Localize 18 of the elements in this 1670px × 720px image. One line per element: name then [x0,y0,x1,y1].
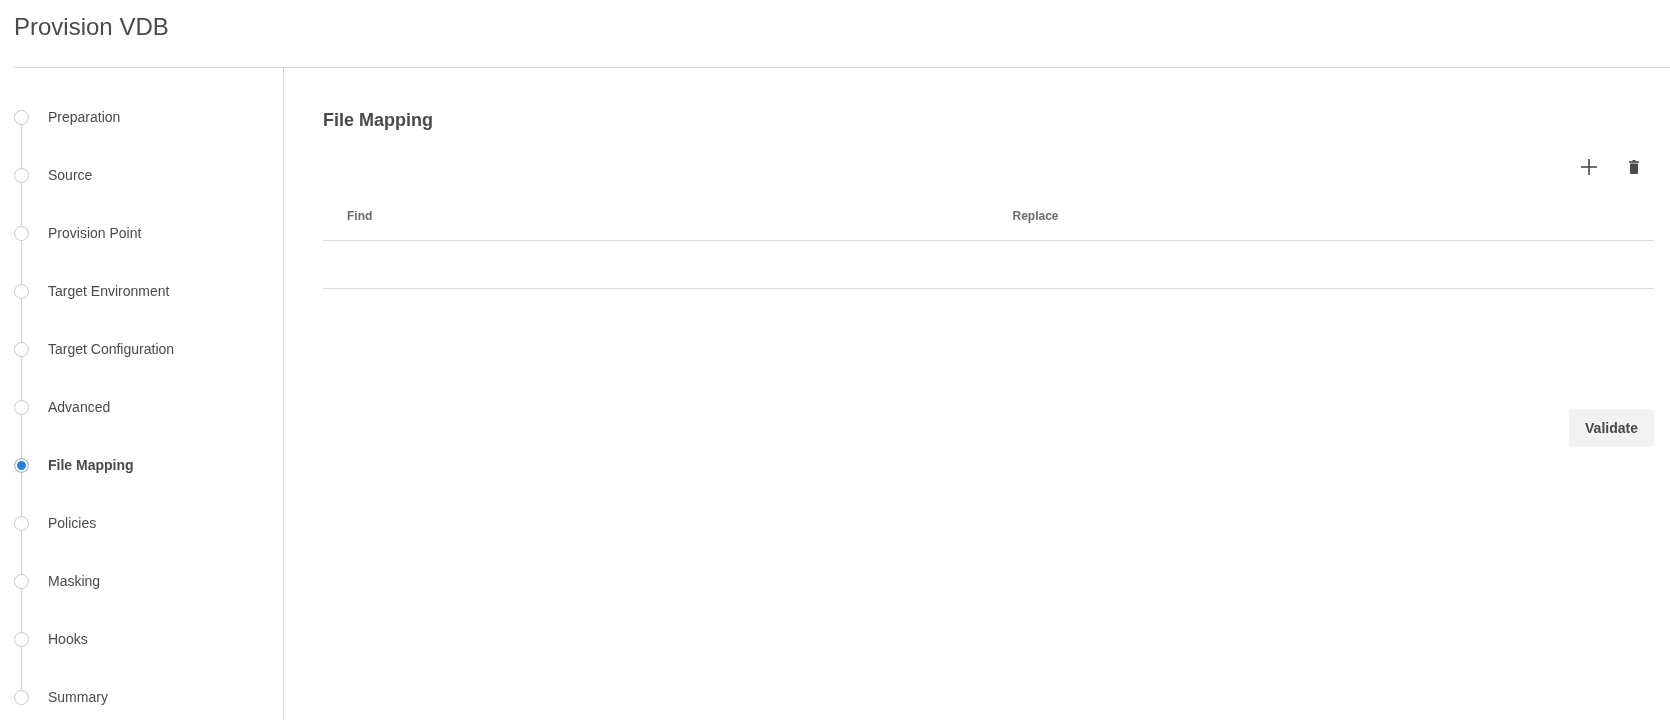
validate-button[interactable]: Validate [1569,409,1654,447]
step-label[interactable]: File Mapping [48,456,134,474]
page-title: Provision VDB [14,12,169,41]
step-label[interactable]: Summary [48,688,108,706]
trash-icon[interactable] [1629,160,1639,174]
step-label[interactable]: Preparation [48,108,121,126]
column-header: Replace [1012,209,1059,223]
section-title: File Mapping [323,109,433,131]
step-label[interactable]: Hooks [48,630,88,648]
step-label[interactable]: Source [48,166,93,184]
step-label[interactable]: Provision Point [48,224,142,242]
step-label[interactable]: Masking [48,572,101,590]
step-label[interactable]: Target Environment [48,282,170,300]
step-label[interactable]: Target Configuration [48,340,175,358]
plus-icon[interactable] [1581,159,1597,175]
step-label[interactable]: Policies [48,514,97,532]
column-header: Find [347,209,373,223]
step-label[interactable]: Advanced [48,398,111,416]
